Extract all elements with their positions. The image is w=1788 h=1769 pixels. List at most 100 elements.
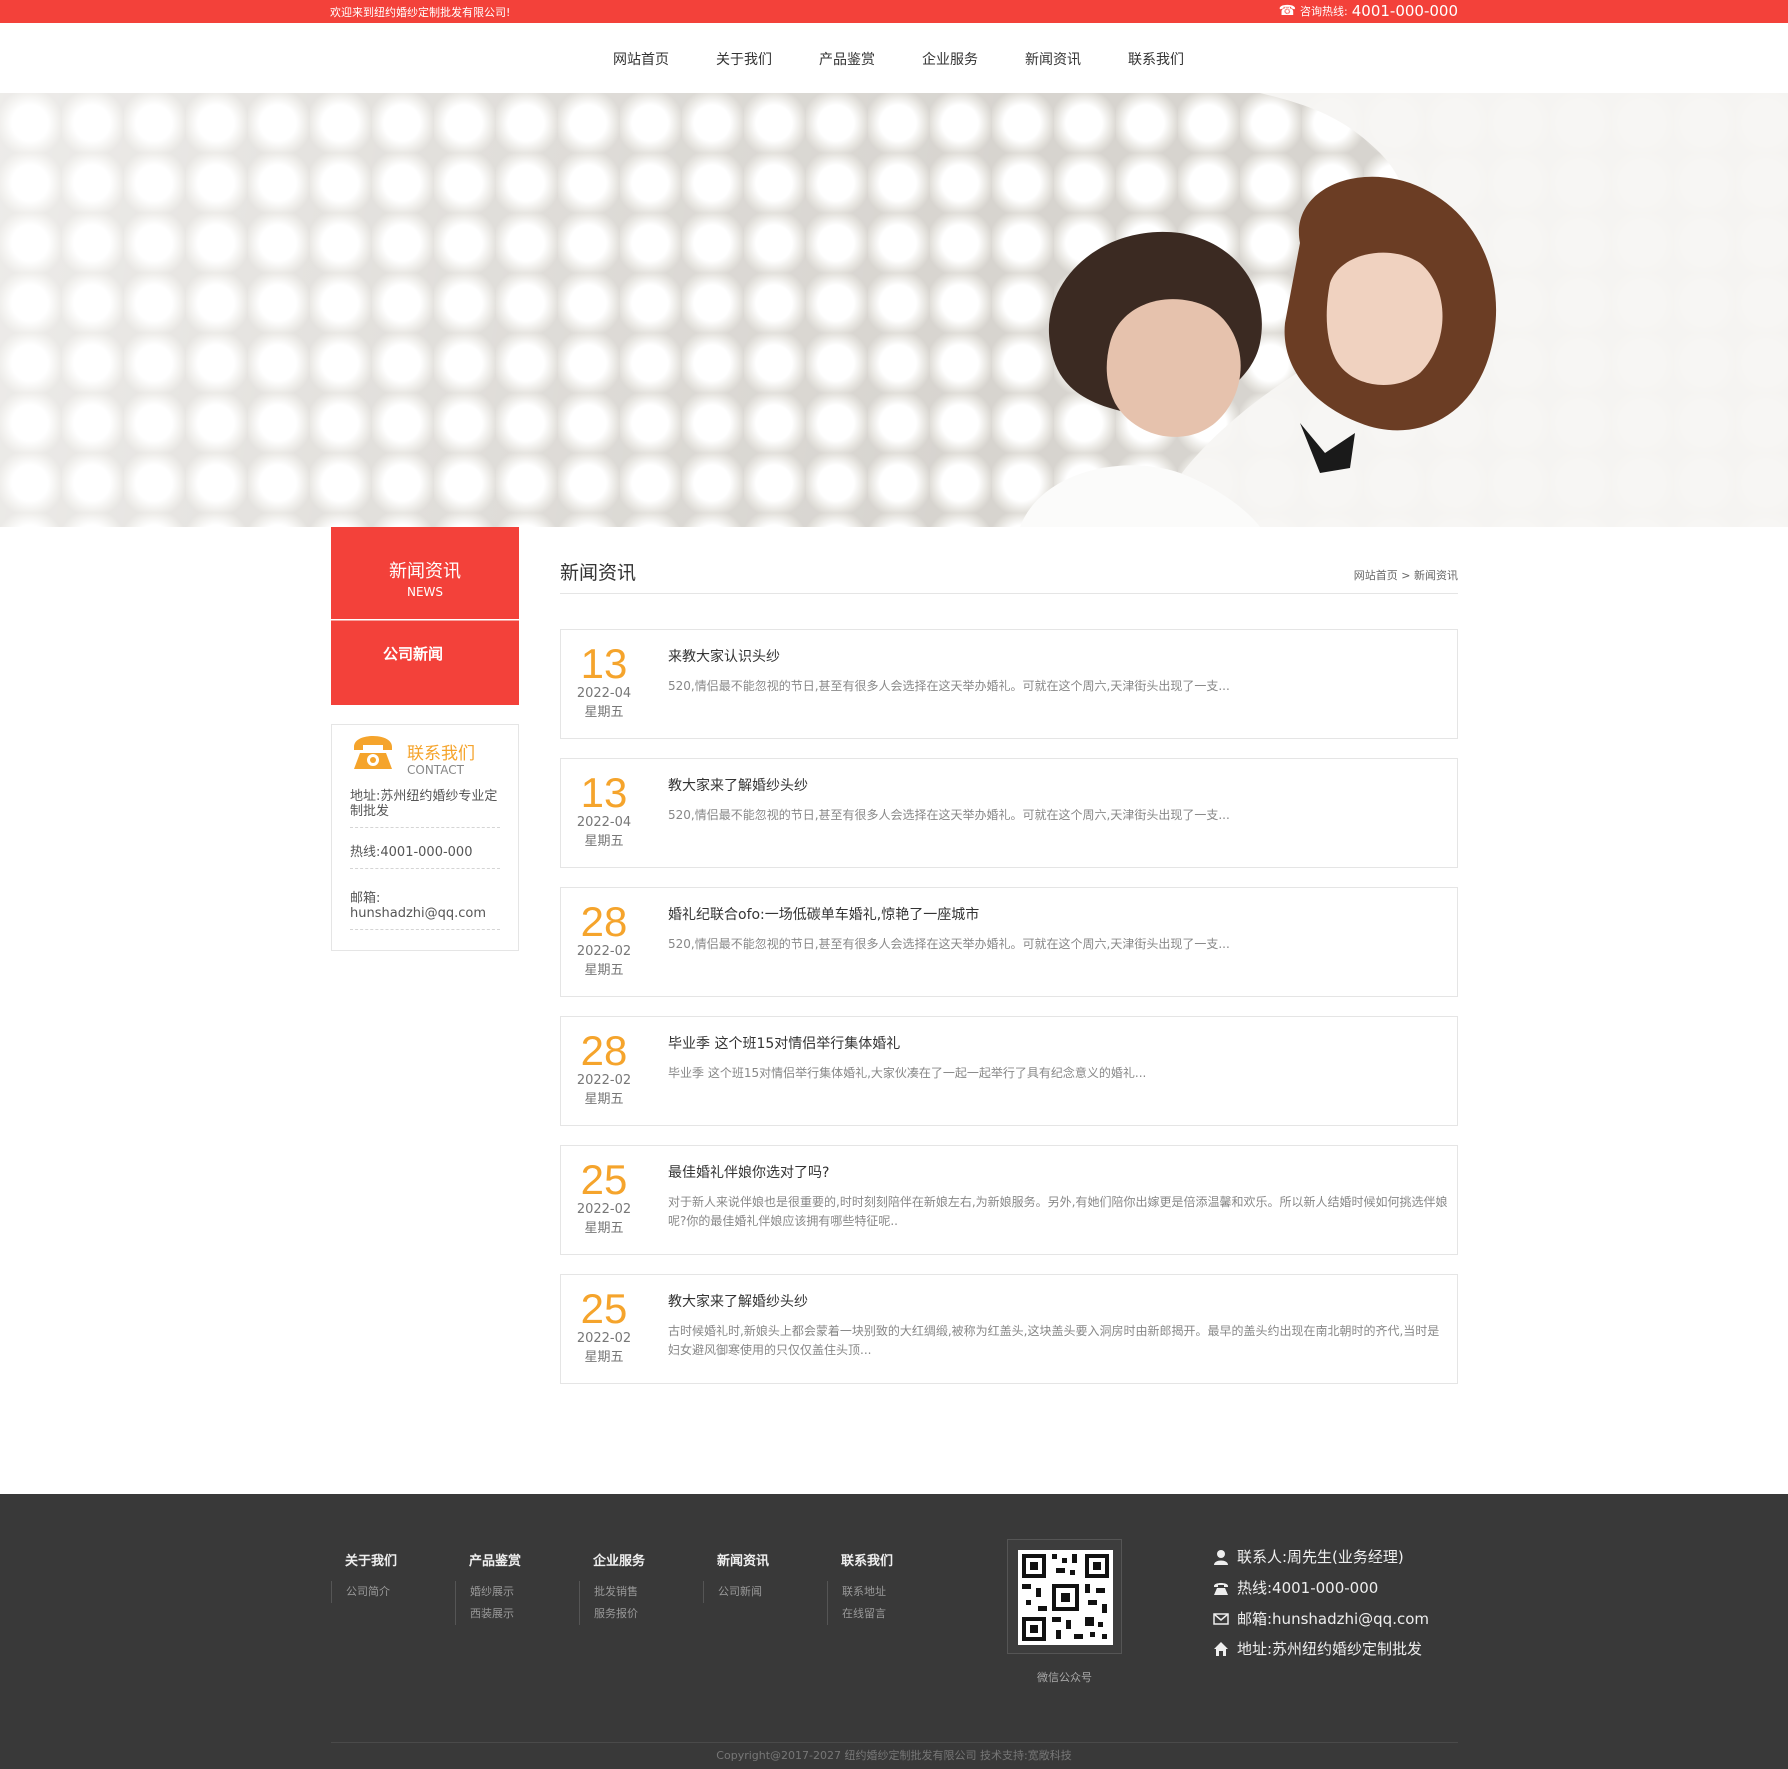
news-date: 2022-02 (576, 1073, 632, 1088)
footer-address: 地址:苏州纽约婚纱定制批发 (1213, 1638, 1422, 1659)
hero-banner (0, 93, 1788, 527)
nav-item-about[interactable]: 关于我们 (716, 49, 772, 69)
footer-link[interactable]: 公司新闻 (703, 1581, 813, 1603)
footer-email: 邮箱:hunshadzhi@qq.com (1213, 1608, 1429, 1629)
news-date: 2022-04 (576, 686, 632, 701)
news-day: 28 (580, 1027, 628, 1074)
phone-icon: ☎ (1278, 3, 1297, 19)
news-date: 2022-02 (576, 1331, 632, 1346)
hotline-label: 咨询热线: (1300, 5, 1348, 18)
news-weekday: 星期五 (584, 1092, 624, 1107)
footer-column-services: 企业服务 批发销售 服务报价 (579, 1550, 689, 1625)
news-title[interactable]: 婚礼纪联合ofo:一场低碳单车婚礼,惊艳了一座城市 (668, 904, 979, 924)
footer-contact-person: 联系人:周先生(业务经理) (1213, 1546, 1404, 1567)
footer-column-about: 关于我们 公司简介 (331, 1550, 441, 1603)
news-day: 13 (580, 640, 628, 687)
wechat-qr-code (1007, 1539, 1122, 1654)
hotline: ☎ 咨询热线: 4001-000-000 (1279, 2, 1458, 20)
news-weekday: 星期五 (584, 705, 624, 720)
footer-heading[interactable]: 联系我们 (827, 1550, 937, 1569)
contact-email-label: 邮箱: (350, 891, 381, 906)
footer-email-text[interactable]: 邮箱:hunshadzhi@qq.com (1237, 1608, 1429, 1629)
news-item[interactable]: 25 2022-02 星期五 教大家来了解婚纱头纱 古时候婚礼时,新娘头上都会蒙… (560, 1274, 1458, 1384)
welcome-text: 欢迎来到纽约婚纱定制批发有限公司! (330, 6, 511, 19)
nav-item-services[interactable]: 企业服务 (922, 49, 978, 69)
footer-link[interactable]: 公司简介 (331, 1581, 441, 1603)
footer-heading[interactable]: 关于我们 (331, 1550, 441, 1569)
contact-hotline: 热线:4001-000-000 (350, 845, 500, 869)
news-title[interactable]: 毕业季 这个班15对情侣举行集体婚礼 (668, 1033, 900, 1053)
page-title: 新闻资讯 (560, 562, 637, 584)
title-divider (560, 593, 1458, 594)
news-item[interactable]: 13 2022-04 星期五 教大家来了解婚纱头纱 520,情侣最不能忽视的节日… (560, 758, 1458, 868)
news-summary: 520,情侣最不能忽视的节日,甚至有很多人会选择在这天举办婚礼。可就在这个周六,… (668, 937, 1230, 951)
telephone-icon (354, 736, 392, 769)
contact-title: 联系我们 (407, 744, 475, 764)
qr-code-icon (1018, 1550, 1113, 1645)
breadcrumb[interactable]: 网站首页 > 新闻资讯 (1354, 567, 1458, 583)
news-item[interactable]: 28 2022-02 星期五 婚礼纪联合ofo:一场低碳单车婚礼,惊艳了一座城市… (560, 887, 1458, 997)
footer-address-text: 地址:苏州纽约婚纱定制批发 (1237, 1640, 1423, 1658)
hotline-number: 4001-000-000 (1351, 2, 1458, 20)
footer-link[interactable]: 批发销售 (579, 1581, 689, 1603)
contact-email: 邮箱: hunshadzhi@qq.com (350, 891, 500, 930)
site-footer: 关于我们 公司简介 产品鉴赏 婚纱展示 西装展示 企业服务 批发销售 服务报价 … (0, 1494, 1788, 1769)
news-date: 2022-02 (576, 1202, 632, 1217)
news-item[interactable]: 28 2022-02 星期五 毕业季 这个班15对情侣举行集体婚礼 毕业季 这个… (560, 1016, 1458, 1126)
news-day: 13 (580, 769, 628, 816)
footer-column-news: 新闻资讯 公司新闻 (703, 1550, 813, 1603)
footer-heading[interactable]: 企业服务 (579, 1550, 689, 1569)
copyright-divider (331, 1742, 1458, 1743)
nav-item-contact[interactable]: 联系我们 (1128, 49, 1184, 69)
news-title[interactable]: 教大家来了解婚纱头纱 (668, 1291, 808, 1311)
footer-contact-person-text: 联系人:周先生(业务经理) (1237, 1548, 1404, 1566)
contact-address: 地址:苏州纽约婚纱专业定制批发 (350, 789, 500, 828)
footer-link[interactable]: 西装展示 (455, 1603, 565, 1625)
news-summary: 对于新人来说伴娘也是很重要的,时时刻刻陪伴在新娘左右,为新娘服务。另外,有她们陪… (668, 1195, 1448, 1228)
contact-title-en: CONTACT (407, 763, 464, 777)
news-day: 25 (580, 1285, 628, 1332)
footer-column-contact: 联系我们 联系地址 在线留言 (827, 1550, 937, 1625)
news-day: 25 (580, 1156, 628, 1203)
news-title[interactable]: 教大家来了解婚纱头纱 (668, 775, 808, 795)
news-summary: 520,情侣最不能忽视的节日,甚至有很多人会选择在这天举办婚礼。可就在这个周六,… (668, 808, 1230, 822)
sidebar-title-en: NEWS (406, 585, 444, 599)
nav-item-news[interactable]: 新闻资讯 (1025, 49, 1081, 69)
sidebar-contact-box: 联系我们 CONTACT 地址:苏州纽约婚纱专业定制批发 热线:4001-000… (331, 724, 519, 951)
contact-email-value: hunshadzhi@qq.com (350, 906, 487, 921)
sidebar-header: 新闻资讯 NEWS (331, 527, 519, 619)
news-date: 2022-04 (576, 815, 632, 830)
person-icon (1214, 1549, 1228, 1565)
footer-heading[interactable]: 新闻资讯 (703, 1550, 813, 1569)
news-title[interactable]: 最佳婚礼伴娘你选对了吗? (668, 1162, 829, 1182)
news-weekday: 星期五 (584, 1350, 624, 1365)
sidebar-item-company-news[interactable]: 公司新闻 (331, 620, 519, 705)
home-icon (1214, 1641, 1228, 1656)
footer-heading[interactable]: 产品鉴赏 (455, 1550, 565, 1569)
footer-hotline-text: 热线:4001-000-000 (1237, 1579, 1379, 1597)
news-summary: 古时候婚礼时,新娘头上都会蒙着一块别致的大红绸缎,被称为红盖头,这块盖头要入洞房… (668, 1324, 1440, 1357)
couple-illustration (1020, 93, 1788, 527)
sidebar-item-label: 公司新闻 (383, 645, 444, 663)
top-bar: 欢迎来到纽约婚纱定制批发有限公司! ☎ 咨询热线: 4001-000-000 (0, 0, 1788, 23)
qr-label: 微信公众号 (1037, 1671, 1092, 1684)
mail-icon (1213, 1612, 1229, 1625)
news-item[interactable]: 25 2022-02 星期五 最佳婚礼伴娘你选对了吗? 对于新人来说伴娘也是很重… (560, 1145, 1458, 1255)
footer-link[interactable]: 在线留言 (827, 1603, 937, 1625)
news-summary: 520,情侣最不能忽视的节日,甚至有很多人会选择在这天举办婚礼。可就在这个周六,… (668, 679, 1230, 693)
footer-link[interactable]: 婚纱展示 (455, 1581, 565, 1603)
news-summary: 毕业季 这个班15对情侣举行集体婚礼,大家伙凑在了一起一起举行了具有纪念意义的婚… (668, 1066, 1147, 1080)
news-item[interactable]: 13 2022-04 星期五 来教大家认识头纱 520,情侣最不能忽视的节日,甚… (560, 629, 1458, 739)
footer-link[interactable]: 服务报价 (579, 1603, 689, 1625)
nav-item-home[interactable]: 网站首页 (613, 49, 669, 69)
news-weekday: 星期五 (584, 834, 624, 849)
news-title[interactable]: 来教大家认识头纱 (668, 646, 780, 666)
news-date: 2022-02 (576, 944, 632, 959)
copyright: Copyright@2017-2027 纽约婚纱定制批发有限公司 技术支持:宽敞… (716, 1749, 1072, 1762)
nav-item-products[interactable]: 产品鉴赏 (819, 49, 875, 69)
news-weekday: 星期五 (584, 963, 624, 978)
footer-link[interactable]: 联系地址 (827, 1581, 937, 1603)
main-nav: 网站首页 关于我们 产品鉴赏 企业服务 新闻资讯 联系我们 (0, 23, 1788, 93)
news-weekday: 星期五 (584, 1221, 624, 1236)
news-day: 28 (580, 898, 628, 945)
